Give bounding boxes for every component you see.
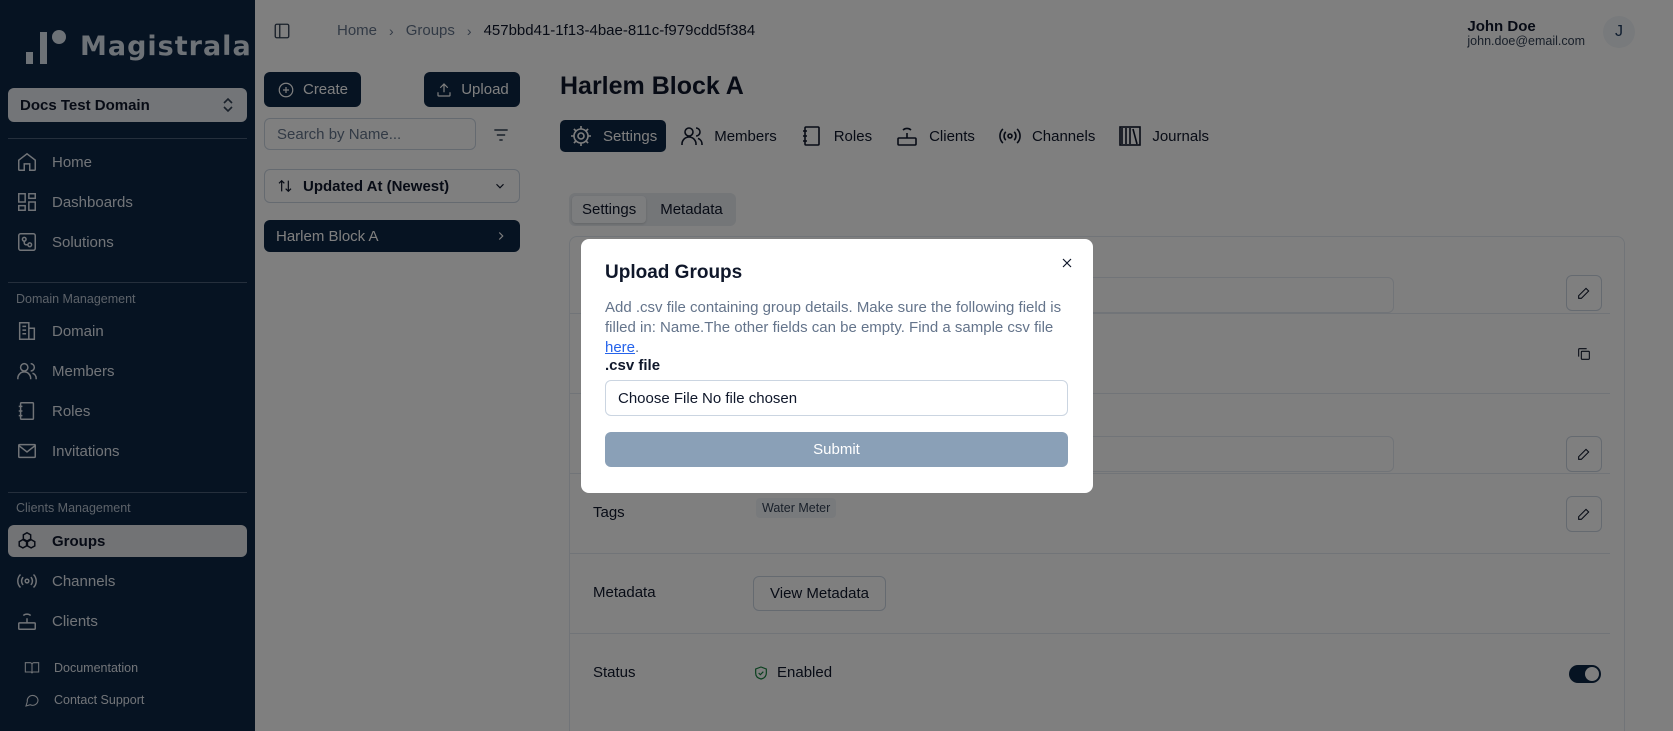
csv-file-label: .csv file	[605, 357, 661, 374]
dialog-title: Upload Groups	[605, 262, 743, 283]
description-text: Add .csv file containing group details. …	[605, 299, 1062, 336]
sample-csv-link[interactable]: here	[605, 339, 635, 356]
close-icon	[1062, 258, 1072, 268]
file-status: No file chosen	[702, 389, 798, 407]
upload-groups-dialog: Upload Groups Add .csv file containing g…	[581, 239, 1093, 493]
description-period: .	[635, 339, 640, 356]
close-button[interactable]	[1059, 255, 1075, 271]
choose-file-button[interactable]: Choose File	[618, 390, 698, 407]
dialog-description: Add .csv file containing group details. …	[605, 298, 1069, 358]
csv-file-input[interactable]: Choose File No file chosen	[605, 380, 1068, 416]
submit-button[interactable]: Submit	[605, 432, 1068, 467]
